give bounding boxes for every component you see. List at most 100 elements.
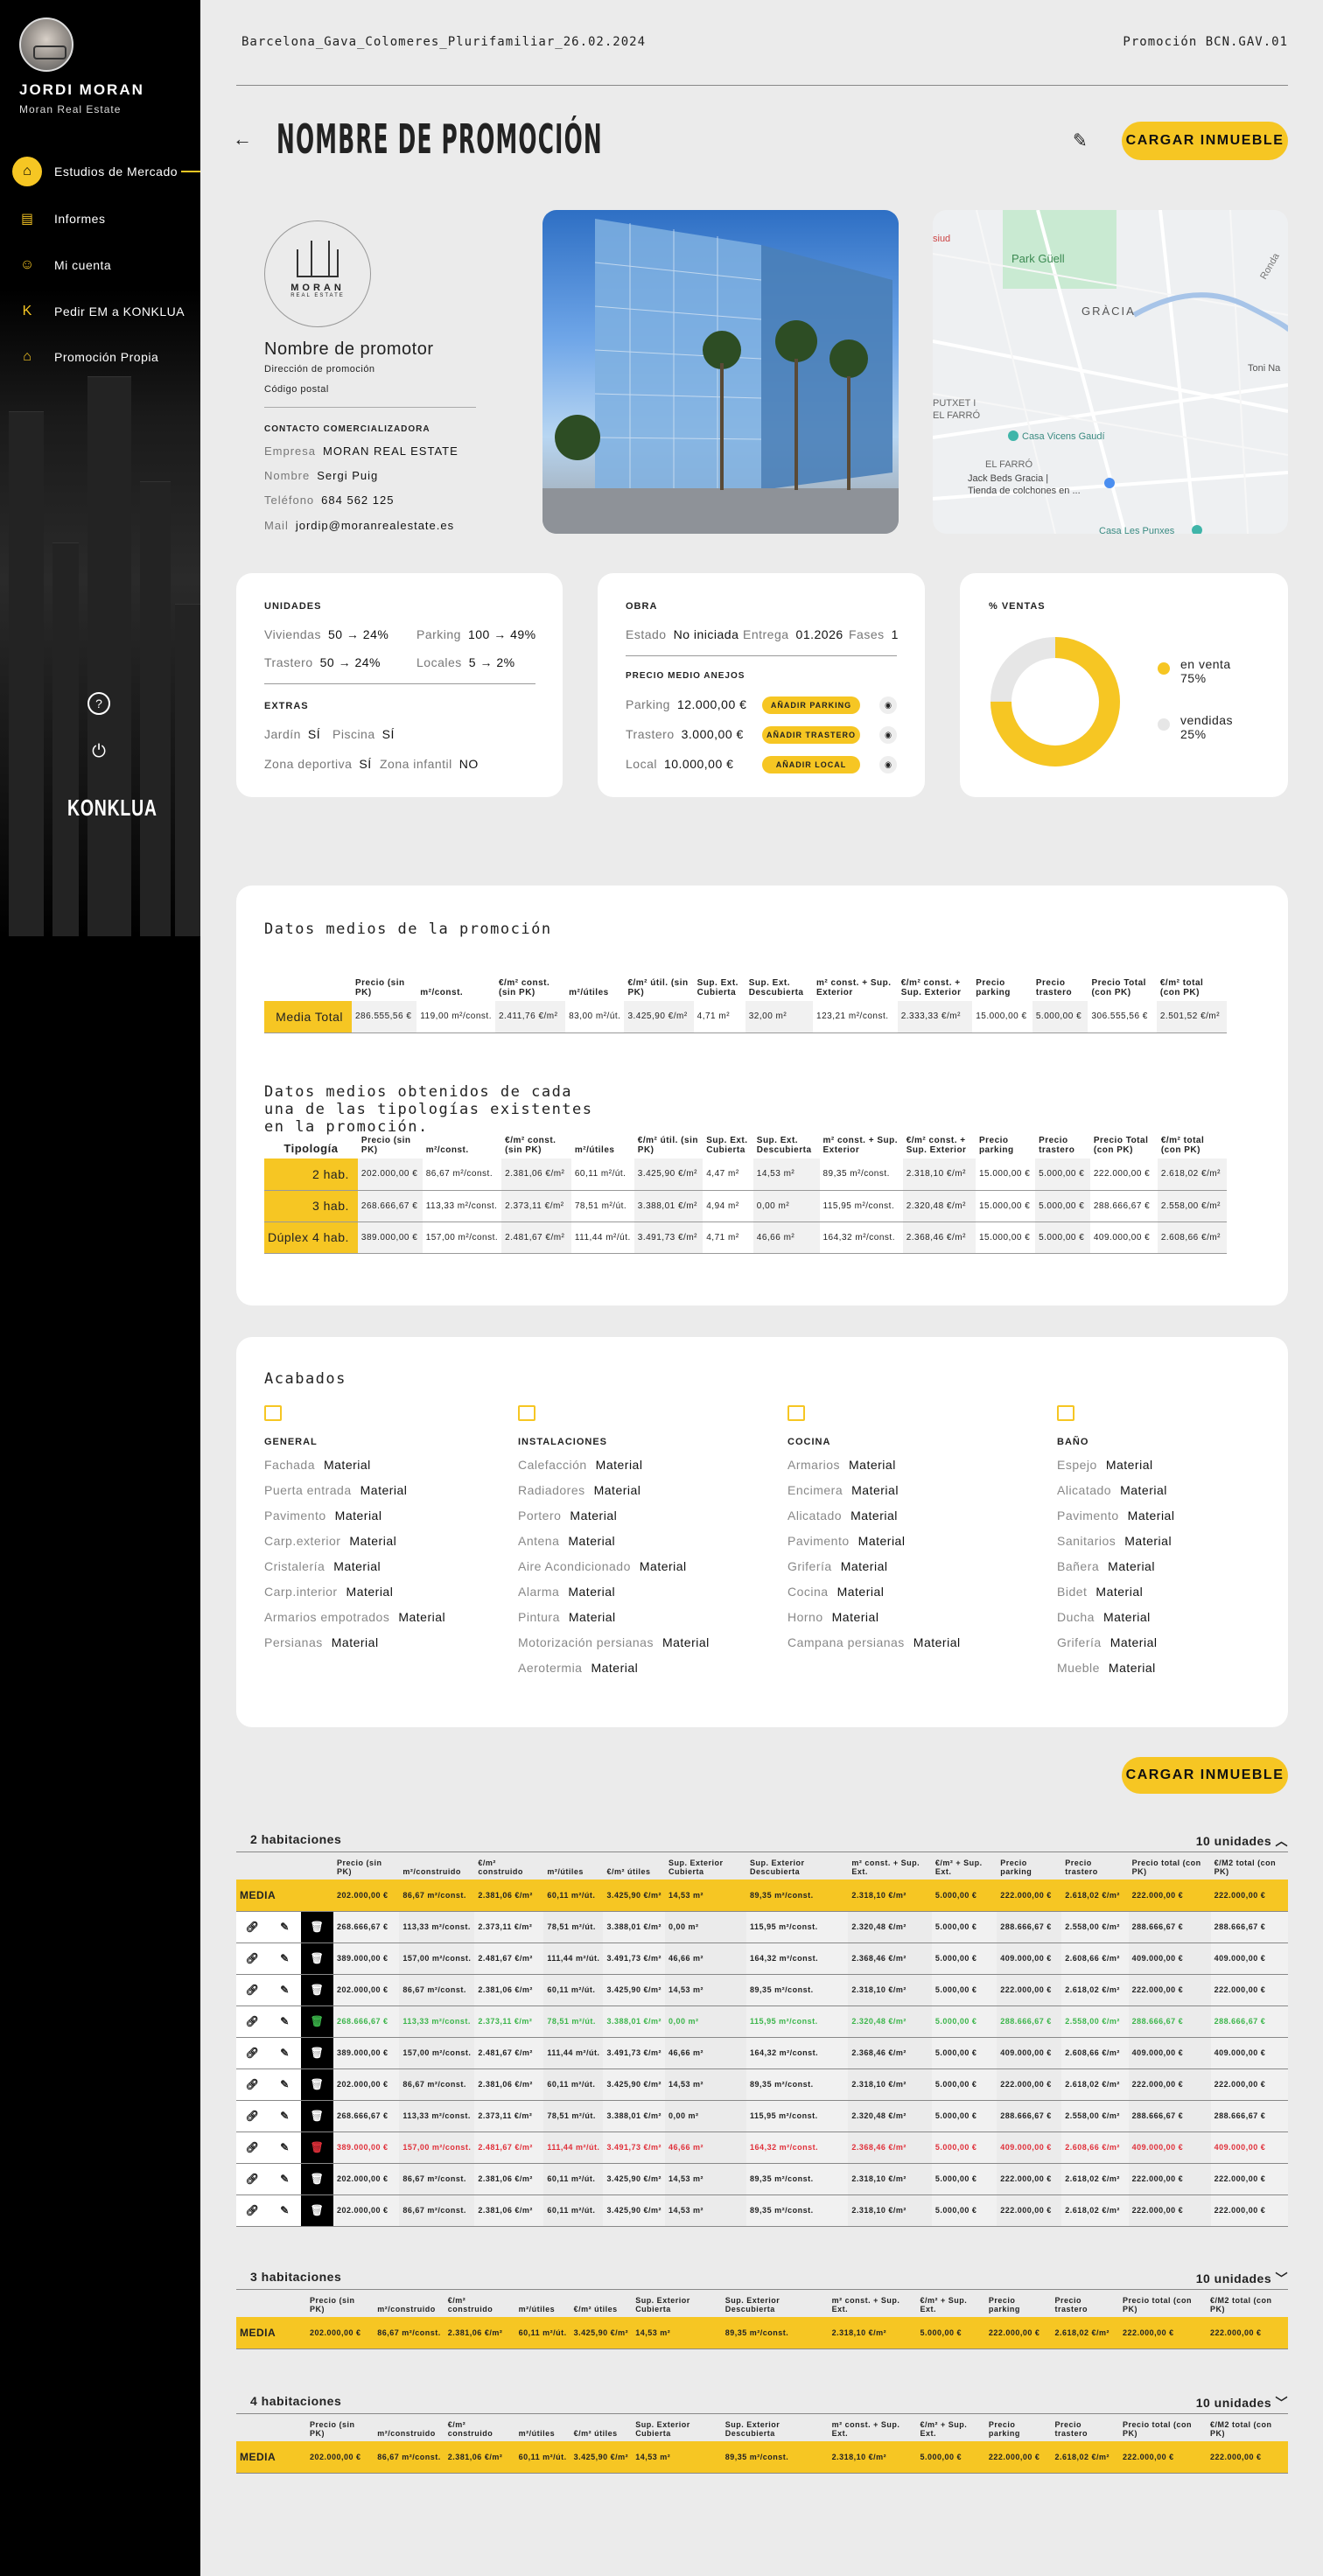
eye-icon[interactable]: ◉ xyxy=(879,696,897,714)
link-icon[interactable]: 🔗︎ xyxy=(236,2132,269,2164)
col-header: Precio trastero xyxy=(1035,978,1073,998)
unit-row[interactable]: 🔗︎ ✎ 🗑︎ 389.000,00 €157,00 m²/const. 2.481,6… xyxy=(236,1942,1288,1975)
trash-icon[interactable]: 🗑︎ xyxy=(301,2100,333,2132)
link-icon[interactable]: 🔗︎ xyxy=(236,1974,269,2006)
unit-row[interactable]: 🔗︎ ✎ 🗑︎ 202.000,00 €86,67 m²/const. 2.381,06… xyxy=(236,1974,1288,2006)
unit-row[interactable]: 🔗︎ ✎ 🗑︎ 202.000,00 €86,67 m²/const. 2.381,06… xyxy=(236,2163,1288,2195)
col-header: Sup. Ext. Descubierta xyxy=(748,978,804,998)
add-parking-button[interactable]: AÑADIR PARKING xyxy=(762,696,860,714)
group-count-toggle[interactable]: 10 unidades ﹀ xyxy=(1196,2394,1288,2412)
link-icon[interactable]: 🔗︎ xyxy=(236,2100,269,2132)
edit-icon[interactable]: ✎ xyxy=(269,1974,301,2006)
avatar[interactable] xyxy=(19,18,74,72)
cell: 268.666,67 € xyxy=(333,1911,400,1943)
unit-row[interactable]: 🔗︎ ✎ 🗑︎ 202.000,00 €86,67 m²/const. 2.381,06… xyxy=(236,2068,1288,2101)
cell: 89,35 m²/const. xyxy=(746,2163,849,2195)
cell: 2.558,00 €/m² xyxy=(1061,2100,1129,2132)
cell: 222.000,00 € xyxy=(1128,2068,1211,2101)
col-header: Precio total (con PK) xyxy=(1123,2296,1193,2314)
cell: 86,67 m²/const. xyxy=(374,2441,444,2474)
unit-row[interactable]: 🔗︎ ✎ 🗑︎ 268.666,67 €113,33 m²/const. 2.373,1… xyxy=(236,1911,1288,1943)
col-header: Precio Total (con PK) xyxy=(1091,978,1146,998)
add-local-button[interactable]: AÑADIR LOCAL xyxy=(762,756,860,774)
unit-row[interactable]: 🔗︎ ✎ 🗑︎ 202.000,00 €86,67 m²/const. 2.381,06… xyxy=(236,2194,1288,2227)
trash-icon[interactable]: 🗑︎ xyxy=(301,2194,333,2227)
cell: 2.608,66 €/m² xyxy=(1061,2132,1129,2164)
trash-icon[interactable]: 🗑︎ xyxy=(301,1942,333,1975)
unit-row[interactable]: 🔗︎ ✎ 🗑︎ 268.666,67 €113,33 m²/const. 2.373,1… xyxy=(236,2006,1288,2038)
upload-property-button[interactable]: CARGAR INMUEBLE xyxy=(1122,122,1288,160)
nav-item-promocion-propia[interactable]: ⌂ Promoción Propia xyxy=(12,341,200,373)
col-header: Precio trastero xyxy=(1039,1136,1075,1155)
trash-icon[interactable]: 🗑︎ xyxy=(301,2068,333,2101)
acabado-item: Encimera Material xyxy=(788,1483,899,1497)
edit-icon[interactable]: ✎ xyxy=(269,1911,301,1943)
link-icon[interactable]: 🔗︎ xyxy=(236,2068,269,2101)
nav-item-informes[interactable]: ▤ Informes xyxy=(12,203,200,234)
eye-icon[interactable]: ◉ xyxy=(879,726,897,744)
oven-icon xyxy=(788,1405,805,1421)
trash-icon[interactable]: 🗑︎ xyxy=(301,1911,333,1943)
svg-text:Casa Vicens Gaudí: Casa Vicens Gaudí xyxy=(1022,431,1105,442)
trastero-count: Trastero 50 → 24% xyxy=(264,655,381,669)
cell: 5.000,00 € xyxy=(931,1942,998,1975)
cell: 222.000,00 € xyxy=(997,1880,1062,1912)
edit-icon[interactable]: ✎ xyxy=(269,2006,301,2038)
cell: 2.618,02 €/m² xyxy=(1051,2317,1120,2349)
trash-icon[interactable]: 🗑︎ xyxy=(301,2163,333,2195)
col-header: €/m² construido xyxy=(447,2420,494,2439)
nav-item-estudios[interactable]: ⌂ Estudios de Mercado xyxy=(12,156,200,187)
unit-row[interactable]: 🔗︎ ✎ 🗑︎ 389.000,00 €157,00 m²/const. 2.481,6… xyxy=(236,2132,1288,2164)
trash-icon[interactable]: 🗑︎ xyxy=(301,2037,333,2069)
cell: 3.491,73 €/m² xyxy=(603,2132,665,2164)
col-header: Precio parking xyxy=(988,2420,1020,2439)
upload-property-button-2[interactable]: CARGAR INMUEBLE xyxy=(1122,1757,1288,1794)
edit-icon[interactable]: ✎ xyxy=(269,2163,301,2195)
group-count-toggle[interactable]: 10 unidades ︿ xyxy=(1196,1832,1288,1850)
power-icon[interactable]: ⏻ xyxy=(88,740,110,763)
trash-icon[interactable]: 🗑︎ xyxy=(301,2006,333,2038)
empty-header xyxy=(269,1853,301,1880)
contact-mail[interactable]: Mail jordip@moranrealestate.es xyxy=(264,519,454,532)
edit-icon[interactable]: ✎ xyxy=(269,2037,301,2069)
link-icon[interactable]: 🔗︎ xyxy=(236,2037,269,2069)
link-icon[interactable]: 🔗︎ xyxy=(236,1942,269,1975)
link-icon[interactable]: 🔗︎ xyxy=(236,2006,269,2038)
edit-icon[interactable]: ✎ xyxy=(269,1942,301,1975)
cell: 222.000,00 € xyxy=(1210,2068,1288,2101)
col-header: Precio trastero xyxy=(1054,2296,1088,2314)
promoter-name: Nombre de promotor xyxy=(264,340,434,359)
edit-icon[interactable]: ✎ xyxy=(269,2194,301,2227)
edit-icon[interactable]: ✎ xyxy=(269,2132,301,2164)
trash-icon[interactable]: 🗑︎ xyxy=(301,2132,333,2164)
nav-item-pedir-em[interactable]: K Pedir EM a KONKLUA xyxy=(12,296,200,327)
location-map[interactable]: Park Güell GRÀCIA PUTXET I EL FARRÓ EL F… xyxy=(933,210,1288,534)
k-letter-icon: K xyxy=(22,304,32,318)
cell: 14,53 m² xyxy=(632,2317,722,2349)
link-icon[interactable]: 🔗︎ xyxy=(236,2163,269,2195)
cell: 115,95 m²/const. xyxy=(746,2100,849,2132)
edit-pencil-icon[interactable]: ✎ xyxy=(1073,130,1088,152)
eye-icon[interactable]: ◉ xyxy=(879,756,897,774)
col-header: €/m² construido xyxy=(447,2296,494,2314)
user-name: JORDI MORAN xyxy=(19,81,144,98)
cell: 89,35 m²/const. xyxy=(746,1974,849,2006)
unit-row[interactable]: 🔗︎ ✎ 🗑︎ 389.000,00 €157,00 m²/const. 2.481,6… xyxy=(236,2037,1288,2069)
document-icon: ▤ xyxy=(21,212,33,227)
nav-item-mi-cuenta[interactable]: ☺ Mi cuenta xyxy=(12,249,200,281)
media-row: MEDIA 202.000,00 €86,67 m²/const. 2.381,06… xyxy=(236,1880,1288,1912)
cell: 409.000,00 € xyxy=(1128,1942,1211,1975)
link-icon[interactable]: 🔗︎ xyxy=(236,2194,269,2227)
unit-row[interactable]: 🔗︎ ✎ 🗑︎ 268.666,67 €113,33 m²/const. 2.373,1… xyxy=(236,2100,1288,2132)
cell: 115,95 m²/const. xyxy=(746,2006,849,2038)
edit-icon[interactable]: ✎ xyxy=(269,2100,301,2132)
group-count-toggle[interactable]: 10 unidades ﹀ xyxy=(1196,2270,1288,2287)
add-trastero-button[interactable]: AÑADIR TRASTERO xyxy=(762,726,860,744)
edit-icon[interactable]: ✎ xyxy=(269,2068,301,2101)
link-icon[interactable]: 🔗︎ xyxy=(236,1911,269,1943)
col-header: Precio trastero xyxy=(1054,2420,1088,2439)
help-icon[interactable]: ? xyxy=(88,692,110,715)
extra-zona-infantil: Zona infantil NO xyxy=(380,757,479,771)
trash-icon[interactable]: 🗑︎ xyxy=(301,1974,333,2006)
back-arrow-icon[interactable]: ← xyxy=(233,128,252,150)
